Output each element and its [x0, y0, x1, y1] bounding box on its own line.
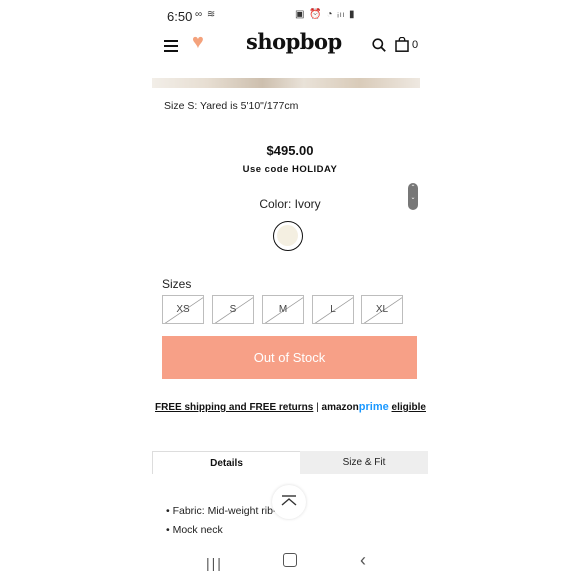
- tab-details[interactable]: Details: [152, 451, 300, 474]
- size-label: S: [229, 304, 237, 315]
- size-option-xs[interactable]: XS: [162, 295, 204, 324]
- heart-icon[interactable]: ♥: [192, 32, 204, 52]
- size-label: M: [278, 304, 288, 315]
- size-option-l[interactable]: L: [312, 295, 354, 324]
- shipping-info: FREE shipping and FREE returns | amazonp…: [155, 401, 426, 413]
- back-to-top-button[interactable]: [272, 485, 306, 519]
- back-to-top-icon: [281, 495, 297, 506]
- shopping-bag-icon[interactable]: [395, 37, 409, 52]
- size-label: XL: [375, 304, 389, 315]
- size-option-xl[interactable]: XL: [361, 295, 403, 324]
- bag-count: 0: [412, 39, 419, 51]
- status-notification-icons: ∞ ≋: [195, 9, 217, 20]
- product-image[interactable]: [152, 78, 428, 88]
- detail-text: Mock neck: [172, 524, 223, 536]
- eligible-link[interactable]: eligible: [392, 402, 426, 413]
- prime-logo: prime: [358, 401, 389, 413]
- status-system-icons: ▣ ⏰ ◔ ᵢₗₗ ▮: [295, 9, 356, 20]
- promo-code: Use code HOLIDAY: [242, 164, 338, 175]
- shopbop-logo[interactable]: shopbop: [246, 29, 342, 54]
- status-time: 6:50: [167, 9, 193, 24]
- android-nav-bar: ||| ‹: [152, 545, 428, 580]
- size-option-m[interactable]: M: [262, 295, 304, 324]
- tab-size-fit[interactable]: Size & Fit: [300, 451, 428, 474]
- free-shipping-link[interactable]: FREE shipping and FREE returns: [155, 402, 313, 413]
- product-price: $495.00: [266, 143, 314, 158]
- separator: |: [316, 402, 319, 413]
- out-of-stock-button[interactable]: Out of Stock: [162, 336, 417, 379]
- phone-screen: 6:50 ∞ ≋ ▣ ⏰ ◔ ᵢₗₗ ▮ ♥ shopbop 0 Size S:…: [152, 0, 428, 580]
- size-label: L: [330, 304, 336, 315]
- search-icon[interactable]: [372, 38, 386, 52]
- size-label: XS: [176, 304, 190, 315]
- model-size-note: Size S: Yared is 5'10"/177cm: [164, 100, 299, 112]
- sizes-label: Sizes: [162, 277, 192, 291]
- amazon-logo: amazon: [321, 402, 359, 413]
- recents-icon[interactable]: |||: [206, 555, 223, 571]
- back-icon[interactable]: ‹: [360, 550, 366, 571]
- color-swatch-ivory[interactable]: [273, 221, 303, 251]
- home-icon[interactable]: [283, 553, 297, 567]
- list-item: • Mock neck: [166, 524, 223, 536]
- info-tabs: Details Size & Fit: [152, 451, 428, 474]
- color-label: Color: Ivory: [259, 197, 321, 211]
- size-option-s[interactable]: S: [212, 295, 254, 324]
- menu-icon[interactable]: [164, 40, 178, 52]
